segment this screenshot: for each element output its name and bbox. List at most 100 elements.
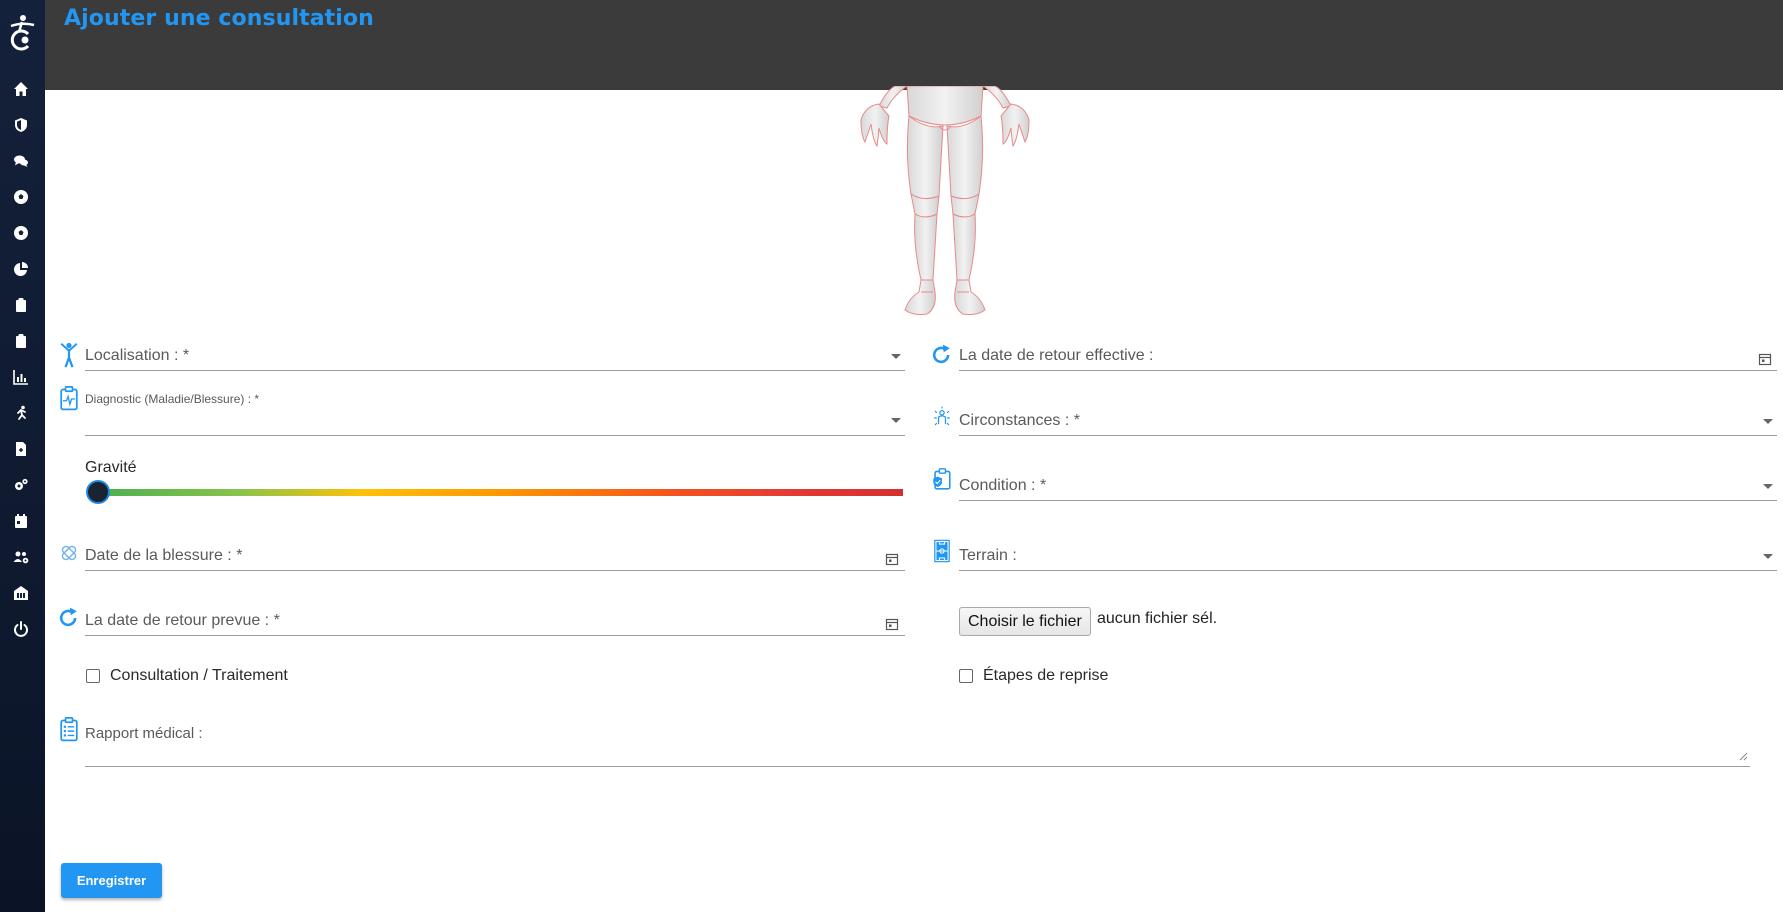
sidebar-item-chat[interactable] — [10, 150, 32, 172]
clipboard-list-icon — [56, 715, 82, 745]
file-medical-icon — [16, 442, 26, 456]
chevron-down-icon[interactable] — [891, 354, 901, 359]
rapport-medical-underline — [85, 766, 1750, 767]
date-retour-effective-label: La date de retour effective : — [959, 347, 1154, 364]
consultation-traitement-checkbox[interactable]: Consultation / Traitement — [86, 667, 288, 685]
date-blessure-label: Date de la blessure : * — [85, 547, 243, 564]
save-button[interactable]: Enregistrer — [61, 863, 162, 898]
chevron-down-icon[interactable] — [1763, 554, 1773, 559]
body-part-hips[interactable] — [906, 85, 984, 126]
soccer-ball-icon — [14, 190, 28, 204]
date-retour-effective-underline — [959, 370, 1777, 371]
chat-icon — [14, 155, 28, 167]
clipboard-icon — [16, 334, 26, 348]
body-map[interactable] — [835, 85, 1055, 326]
terrain-field[interactable]: Terrain : — [929, 536, 1777, 576]
terrain-underline — [959, 570, 1777, 571]
file-status-text: aucun fichier sél. — [1097, 610, 1218, 627]
etapes-reprise-label: Étapes de reprise — [983, 667, 1109, 684]
sidebar-item-chart[interactable] — [10, 366, 32, 388]
body-part-right-hand[interactable] — [1000, 103, 1030, 148]
gears-icon — [15, 478, 28, 490]
app-logo[interactable] — [6, 12, 38, 52]
body-part-left-shin[interactable] — [914, 213, 938, 281]
body-part-right-foot[interactable] — [954, 279, 986, 315]
gravite-slider-thumb[interactable] — [86, 480, 110, 504]
clipboard-icon — [16, 298, 26, 312]
resize-handle-icon[interactable] — [1738, 751, 1748, 761]
chevron-down-icon[interactable] — [1763, 419, 1773, 424]
power-icon — [14, 621, 28, 637]
body-part-left-arm[interactable] — [878, 85, 909, 109]
pie-chart-icon — [14, 262, 28, 276]
checkbox-box[interactable] — [959, 669, 973, 683]
body-part-right-thigh[interactable] — [946, 115, 984, 200]
rapport-medical-label: Rapport médical : — [85, 725, 203, 742]
date-retour-prevue-field[interactable]: La date de retour prevue : * — [56, 601, 906, 641]
sidebar-item-file-medical[interactable] — [10, 438, 32, 460]
soccer-ball-icon — [14, 226, 28, 240]
sidebar-item-shield[interactable] — [10, 114, 32, 136]
calendar-picker-icon[interactable] — [885, 552, 899, 566]
refresh-icon — [929, 340, 955, 370]
body-part-left-hand[interactable] — [860, 103, 890, 148]
date-retour-effective-field[interactable]: La date de retour effective : — [929, 336, 1777, 376]
date-retour-prevue-label: La date de retour prevue : * — [85, 612, 280, 629]
sidebar-item-home[interactable] — [10, 78, 32, 100]
condition-label: Condition : * — [959, 477, 1047, 494]
person-arms-up-icon — [56, 340, 82, 370]
date-blessure-field[interactable]: Date de la blessure : * — [56, 536, 906, 576]
body-part-left-foot[interactable] — [904, 279, 936, 315]
diagnostic-label: Diagnostic (Maladie/Blessure) : * — [85, 392, 260, 406]
body-part-right-shin[interactable] — [952, 213, 976, 281]
chevron-down-icon[interactable] — [1763, 484, 1773, 489]
diagnostic-field[interactable]: Diagnostic (Maladie/Blessure) : * — [56, 384, 906, 440]
rapport-medical-field[interactable]: Rapport médical : — [56, 713, 1756, 769]
calendar-icon — [15, 514, 27, 528]
consultation-traitement-label: Consultation / Traitement — [110, 667, 288, 684]
circonstances-underline — [959, 435, 1777, 436]
page-title: Ajouter une consultation — [64, 6, 374, 31]
checkbox-box[interactable] — [86, 669, 100, 683]
sidebar-item-users[interactable] — [10, 546, 32, 568]
circonstances-field[interactable]: Circonstances : * — [929, 401, 1777, 441]
sidebar-item-soccer-2[interactable] — [10, 222, 32, 244]
sidebar — [0, 0, 45, 912]
clipboard-pulse-icon — [56, 384, 82, 414]
chevron-down-icon[interactable] — [891, 418, 901, 423]
shield-icon — [15, 118, 27, 132]
date-blessure-underline — [85, 570, 905, 571]
page-header: Ajouter une consultation — [45, 0, 1783, 90]
sidebar-item-calendar[interactable] — [10, 510, 32, 532]
person-arrows-icon — [929, 403, 955, 433]
bandage-icon — [56, 538, 82, 568]
sidebar-item-clipboard-2[interactable] — [10, 330, 32, 352]
choose-file-button[interactable]: Choisir le fichier — [959, 607, 1091, 636]
date-retour-prevue-underline — [85, 635, 905, 636]
gravite-label: Gravité — [85, 459, 137, 476]
body-part-right-arm[interactable] — [981, 85, 1012, 109]
running-icon — [17, 405, 26, 420]
sidebar-item-settings[interactable] — [10, 474, 32, 496]
condition-underline — [959, 500, 1777, 501]
gravite-slider-track[interactable] — [96, 489, 903, 496]
sidebar-item-soccer-1[interactable] — [10, 186, 32, 208]
calendar-picker-icon[interactable] — [885, 617, 899, 631]
localisation-underline — [85, 370, 905, 371]
sidebar-item-running[interactable] — [10, 402, 32, 424]
building-icon — [14, 586, 28, 600]
pitch-icon — [929, 536, 955, 566]
home-icon — [14, 82, 28, 96]
users-cog-icon — [13, 551, 29, 564]
sidebar-item-stats[interactable] — [10, 258, 32, 280]
sidebar-item-clipboard-1[interactable] — [10, 294, 32, 316]
localisation-label: Localisation : * — [85, 347, 190, 364]
etapes-reprise-checkbox[interactable]: Étapes de reprise — [959, 667, 1108, 685]
body-part-left-thigh[interactable] — [906, 115, 944, 200]
condition-field[interactable]: Condition : * — [929, 466, 1777, 506]
diagnostic-underline — [85, 435, 905, 436]
sidebar-item-building[interactable] — [10, 582, 32, 604]
calendar-picker-icon[interactable] — [1758, 352, 1772, 366]
sidebar-item-logout[interactable] — [10, 618, 32, 640]
localisation-field[interactable]: Localisation : * — [56, 336, 906, 376]
